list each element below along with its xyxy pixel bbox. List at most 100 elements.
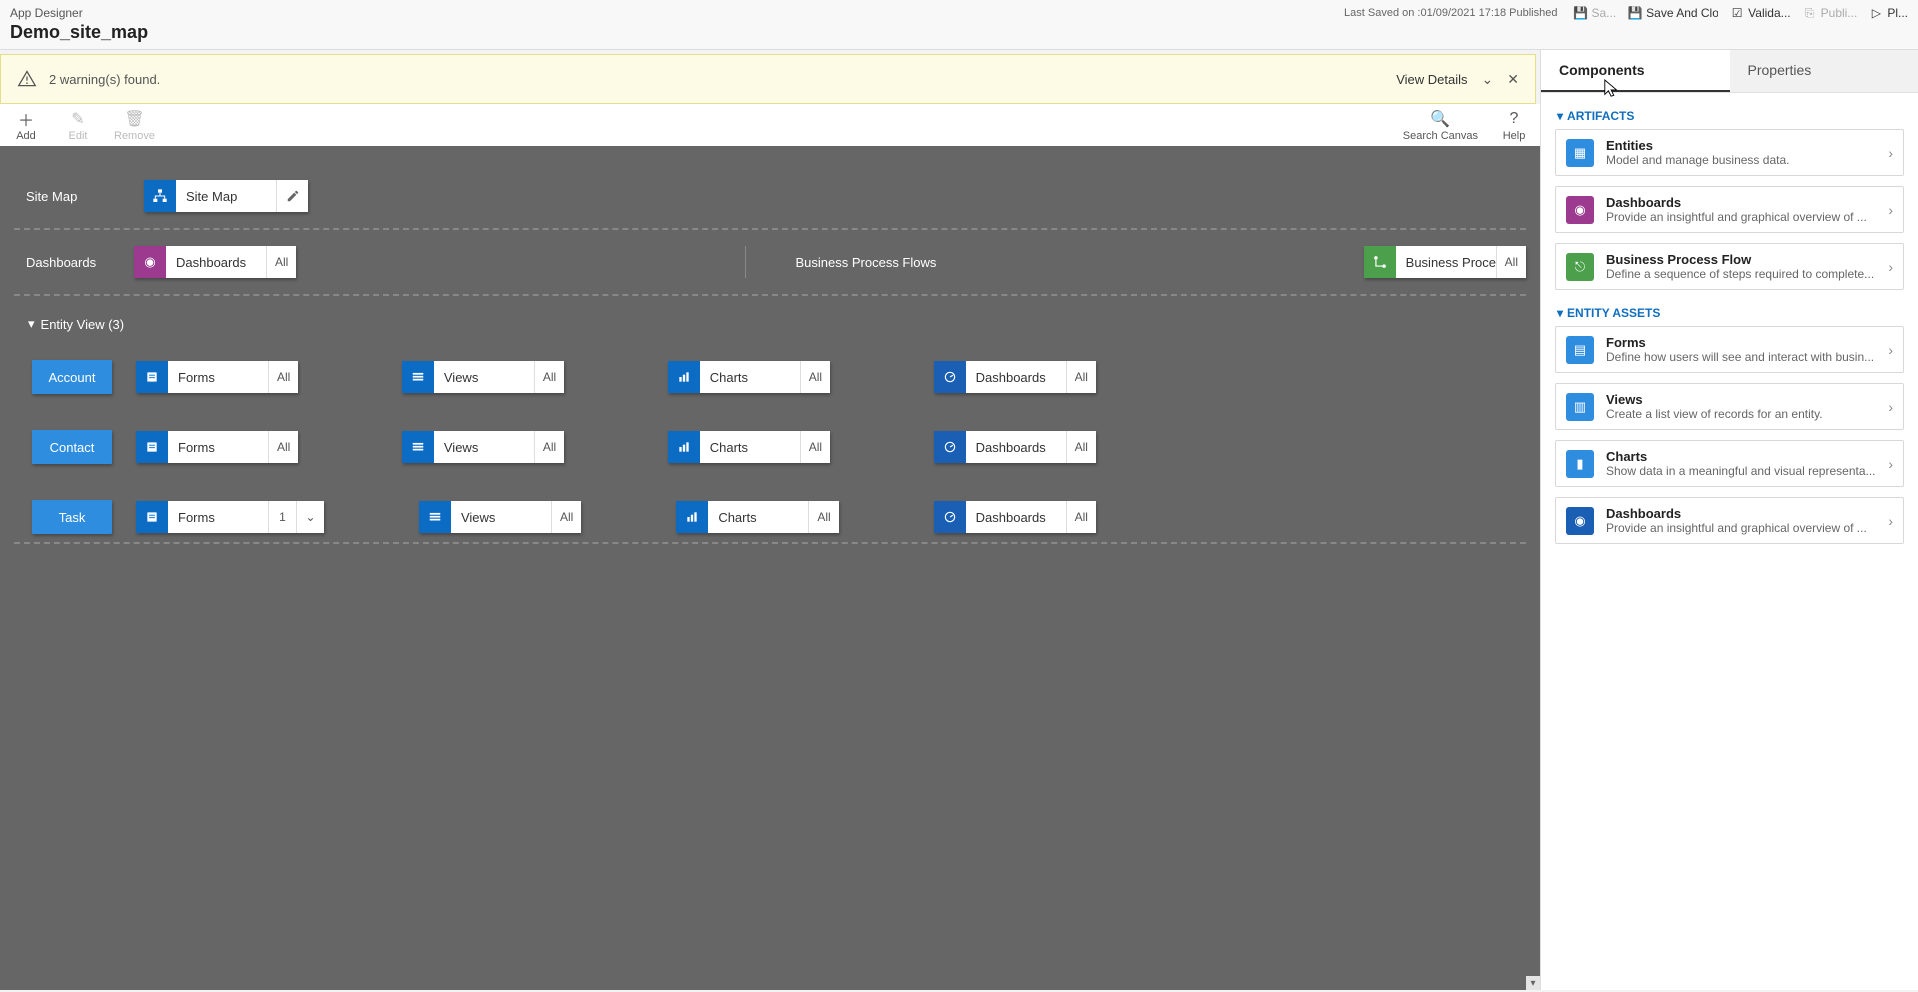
help-button[interactable]: ? Help [1498,110,1530,142]
forms-tile[interactable]: FormsAll [136,431,298,463]
component-desc: Define a sequence of steps required to c… [1606,267,1876,281]
charts-label: Charts [700,361,800,393]
side-panel: Components Properties ▾ ARTIFACTS ▦Entit… [1540,50,1918,990]
chevron-right-icon: › [1888,145,1893,161]
entity-assets-group-header[interactable]: ▾ ENTITY ASSETS [1555,300,1904,326]
charts-all-button[interactable]: All [800,431,830,463]
charts-tile[interactable]: ChartsAll [668,431,830,463]
asset-item[interactable]: ▮ChartsShow data in a meaningful and vis… [1555,440,1904,487]
component-title: Forms [1606,335,1876,350]
save-and-close-button[interactable]: 💾 Save And Clo... [1628,6,1718,20]
chevron-right-icon: › [1888,399,1893,415]
component-title: Business Process Flow [1606,252,1876,267]
pencil-icon: ✎ [71,110,84,128]
save-icon: 💾 [1573,6,1587,20]
forms-all-button[interactable]: All [268,361,298,393]
dashboards-all-button[interactable]: All [1066,361,1096,393]
dashboards-tile[interactable]: DashboardsAll [934,431,1096,463]
trash-icon: 🗑 [124,110,144,128]
views-all-button[interactable]: All [534,431,564,463]
artifact-item[interactable]: ◉DashboardsProvide an insightful and gra… [1555,186,1904,233]
dashboards-tile[interactable]: DashboardsAll [934,501,1096,533]
validate-button[interactable]: ☑ Valida... [1730,6,1790,20]
page-title: Demo_site_map [10,22,148,43]
charts-tile[interactable]: ChartsAll [668,361,830,393]
views-tile[interactable]: ViewsAll [419,501,581,533]
dashboards-all-button[interactable]: All [1066,501,1096,533]
chevron-right-icon: › [1888,456,1893,472]
asset-item[interactable]: ▥ViewsCreate a list view of records for … [1555,383,1904,430]
publish-button[interactable]: ⎘ Publi... [1803,6,1858,20]
design-canvas[interactable]: Site Map Site Map Dashboards ◉ [0,146,1540,990]
chevron-right-icon: › [1888,259,1893,275]
forms-label: Forms [168,501,268,533]
forms-label: Forms [168,361,268,393]
dashboards-tile[interactable]: ◉ Dashboards All [134,246,296,278]
entity-name-tile[interactable]: Account [32,360,112,394]
entity-view-toggle[interactable]: ▾ Entity View (3) [14,310,1526,338]
entity-view-section: ▾ Entity View (3) AccountFormsAllViewsAl… [14,296,1526,544]
artifacts-group-header[interactable]: ▾ ARTIFACTS [1555,103,1904,129]
sitemap-tile[interactable]: Site Map [144,180,308,212]
bpf-tile[interactable]: Business Proces... All [1364,246,1526,278]
entity-name-tile[interactable]: Task [32,500,112,534]
dashboards-icon [934,501,966,533]
save-button[interactable]: 💾 Sa... [1573,6,1616,20]
tab-components[interactable]: Components [1541,50,1730,92]
tab-properties[interactable]: Properties [1730,50,1918,92]
dashboards-tile-label: Dashboards [166,246,266,278]
caret-down-icon: ▾ [1557,306,1563,320]
dashboards-all-button[interactable]: All [1066,431,1096,463]
dashboards-all-button[interactable]: All [266,246,296,278]
entity-row: Task Forms1⌄ ViewsAll ChartsAll DashboardsAl… [14,500,1526,534]
charts-tile[interactable]: ChartsAll [676,501,838,533]
scroll-down-icon[interactable]: ▾ [1526,976,1540,990]
warning-icon [17,69,37,89]
chevron-down-icon[interactable]: ⌄ [296,501,324,533]
dashboards-label: Dashboards [966,361,1066,393]
dashboard-icon: ◉ [134,246,166,278]
artifact-item[interactable]: ▦EntitiesModel and manage business data.… [1555,129,1904,176]
component-icon: ◉ [1566,507,1594,535]
component-icon: ▮ [1566,450,1594,478]
remove-button[interactable]: 🗑 Remove [114,110,155,142]
plus-icon: ＋ [18,110,34,128]
sitemap-icon [144,180,176,212]
close-warning-icon[interactable]: ✕ [1507,71,1519,88]
views-label: Views [434,431,534,463]
forms-tile[interactable]: Forms1⌄ [136,501,324,533]
edit-button[interactable]: ✎ Edit [62,110,94,142]
play-icon: ▷ [1869,6,1883,20]
views-icon [419,501,451,533]
forms-icon [136,431,168,463]
asset-item[interactable]: ▤FormsDefine how users will see and inte… [1555,326,1904,373]
expand-warning-icon[interactable]: ⌄ [1482,71,1494,88]
add-button[interactable]: ＋ Add [10,110,42,142]
component-desc: Provide an insightful and graphical over… [1606,210,1876,224]
bpf-all-button[interactable]: All [1496,246,1526,278]
sitemap-edit-button[interactable] [276,180,308,212]
chevron-right-icon: › [1888,342,1893,358]
views-all-button[interactable]: All [551,501,581,533]
component-icon: ▤ [1566,336,1594,364]
dashboards-tile[interactable]: DashboardsAll [934,361,1096,393]
forms-count: 1 [268,501,296,533]
views-tile[interactable]: ViewsAll [402,361,564,393]
forms-tile[interactable]: FormsAll [136,361,298,393]
view-details-link[interactable]: View Details [1396,72,1467,87]
publish-icon: ⎘ [1803,6,1817,20]
charts-label: Charts [700,431,800,463]
entity-name-tile[interactable]: Contact [32,430,112,464]
bpf-icon [1364,246,1396,278]
forms-icon [136,501,168,533]
views-tile[interactable]: ViewsAll [402,431,564,463]
validate-icon: ☑ [1730,6,1744,20]
charts-all-button[interactable]: All [800,361,830,393]
artifact-item[interactable]: ⎋Business Process FlowDefine a sequence … [1555,243,1904,290]
forms-all-button[interactable]: All [268,431,298,463]
views-all-button[interactable]: All [534,361,564,393]
search-canvas-button[interactable]: 🔍 Search Canvas [1403,110,1478,142]
asset-item[interactable]: ◉DashboardsProvide an insightful and gra… [1555,497,1904,544]
play-button[interactable]: ▷ Pl... [1869,6,1908,20]
charts-all-button[interactable]: All [808,501,838,533]
